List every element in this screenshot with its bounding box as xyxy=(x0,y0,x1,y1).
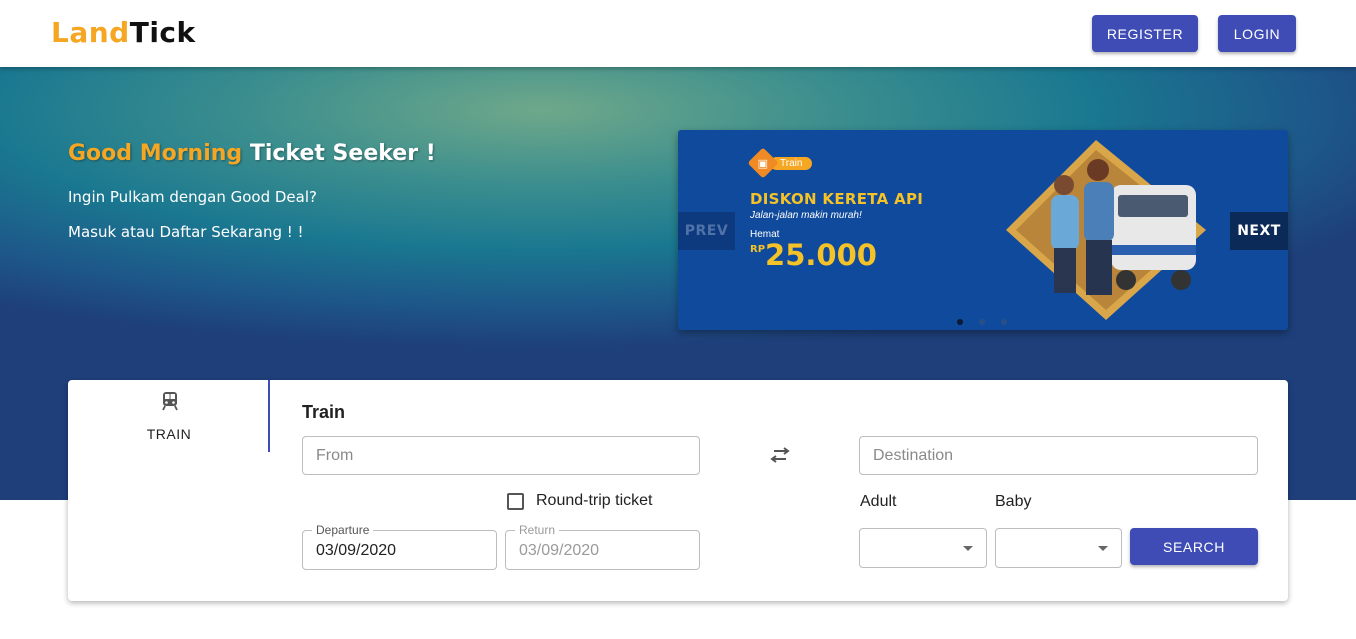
swap-button[interactable] xyxy=(768,445,792,467)
train-badge-icon: ▣ xyxy=(747,147,779,179)
departure-value: 03/09/2020 xyxy=(316,542,397,559)
swap-arrows-icon xyxy=(770,447,790,463)
carousel-next-button[interactable]: NEXT xyxy=(1230,212,1288,250)
adult-label: Adult xyxy=(860,493,897,510)
roundtrip-label: Round-trip ticket xyxy=(536,492,653,509)
carousel-dot[interactable] xyxy=(957,319,963,325)
return-value: 03/09/2020 xyxy=(519,542,600,559)
departure-label: Departure xyxy=(312,523,374,537)
greeting-rest: Ticket Seeker ! xyxy=(242,141,436,166)
logo-part-land: Land xyxy=(51,16,130,49)
chevron-down-icon xyxy=(963,546,973,551)
destination-input[interactable] xyxy=(859,436,1258,475)
carousel-dot[interactable] xyxy=(979,319,985,325)
form-title: Train xyxy=(302,402,346,422)
departure-date-field[interactable]: Departure 03/09/2020 xyxy=(302,523,497,570)
baby-select[interactable] xyxy=(995,528,1122,568)
search-card: TRAIN Train Round-trip ticket Departure … xyxy=(68,380,1288,601)
return-label: Return xyxy=(515,523,560,537)
search-button[interactable]: SEARCH xyxy=(1130,528,1258,565)
baby-label: Baby xyxy=(995,493,1032,510)
carousel-prev-button[interactable]: PREV xyxy=(678,212,735,250)
return-date-field: Return 03/09/2020 xyxy=(505,523,700,570)
promo-carousel: ▣ Train DISKON KERETA API Jalan-jalan ma… xyxy=(678,130,1288,330)
promo-currency: RP xyxy=(750,244,766,255)
chevron-down-icon xyxy=(1098,546,1108,551)
promo-badge: ▣ Train xyxy=(747,147,813,179)
promo-amount: 25.000 xyxy=(765,238,877,272)
tab-indicator xyxy=(268,380,270,452)
adult-select[interactable] xyxy=(859,528,987,568)
greeting-highlight: Good Morning xyxy=(68,141,243,166)
tab-train-label: TRAIN xyxy=(146,426,192,442)
roundtrip-checkbox[interactable] xyxy=(507,492,524,510)
logo[interactable]: LandTick xyxy=(51,16,196,49)
promo-title: DISKON KERETA API xyxy=(750,190,924,208)
train-icon xyxy=(162,392,178,411)
login-button[interactable]: LOGIN xyxy=(1218,15,1296,52)
roundtrip-option[interactable]: Round-trip ticket xyxy=(507,492,653,510)
logo-part-tick: Tick xyxy=(129,16,196,49)
tab-train[interactable]: TRAIN xyxy=(68,380,270,452)
carousel-dot[interactable] xyxy=(1001,319,1007,325)
carousel-indicators xyxy=(957,319,1007,325)
promo-subtitle: Jalan-jalan makin murah! xyxy=(750,210,862,221)
navbar: LandTick REGISTER LOGIN xyxy=(0,0,1356,67)
from-input[interactable] xyxy=(302,436,700,475)
greeting-heading: Good Morning Ticket Seeker ! xyxy=(68,141,436,166)
register-button[interactable]: REGISTER xyxy=(1092,15,1198,52)
promo-price: RP25.000 xyxy=(750,238,877,272)
hero-subtitle-2: Masuk atau Daftar Sekarang ! ! xyxy=(68,223,304,241)
hero-subtitle-1: Ingin Pulkam dengan Good Deal? xyxy=(68,188,317,206)
promo-illustration xyxy=(1006,140,1206,320)
